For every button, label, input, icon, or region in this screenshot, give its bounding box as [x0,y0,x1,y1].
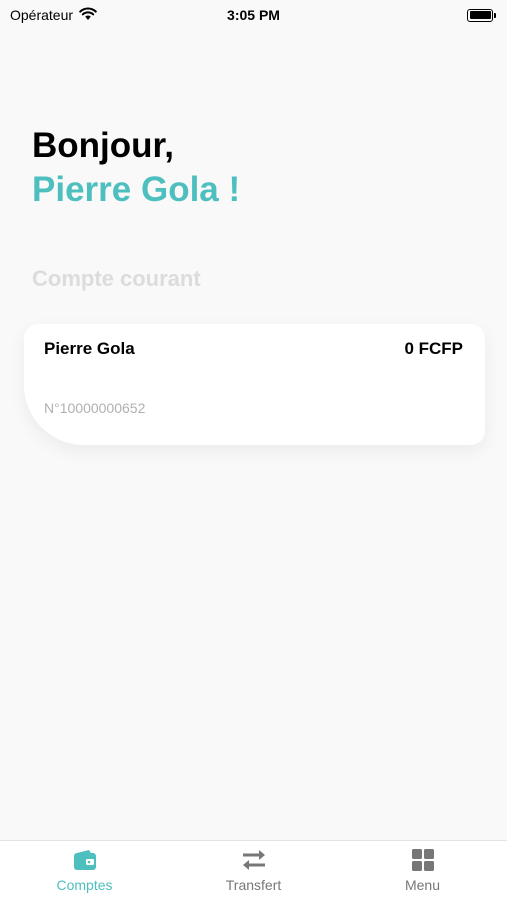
section-title: Compte courant [32,266,201,291]
battery-icon [467,8,496,22]
accounts-screen: Opérateur 3:05 PM Bonjour, Pierre Gola !… [0,0,507,900]
wallet-icon [72,847,98,873]
tab-transfert[interactable]: Transfert [169,841,338,900]
greeting-user-name: Pierre Gola ! [32,170,241,209]
status-left: Opérateur [10,7,97,24]
account-holder: Pierre Gola [44,339,135,358]
carrier-label: Opérateur [10,7,74,23]
tab-label-menu: Menu [404,877,441,893]
account-balance: 0 FCFP [404,339,463,358]
tab-label-transfert: Transfert [225,877,282,893]
wifi-icon [79,7,97,24]
transfer-arrows-icon [241,847,267,873]
greeting-hello: Bonjour, [32,126,174,165]
tab-label-comptes: Comptes [56,877,113,893]
grid-menu-icon [410,847,436,873]
account-card[interactable]: Pierre Gola 0 FCFP N°10000000652 [24,324,485,445]
status-bar: Opérateur 3:05 PM [0,0,507,30]
greeting: Bonjour, Pierre Gola ! [32,124,240,212]
account-number: N°10000000652 [44,400,146,416]
tab-comptes[interactable]: Comptes [0,841,169,900]
tab-bar: Comptes Transfert Menu [0,840,507,900]
battery-level [469,11,491,19]
tab-menu[interactable]: Menu [338,841,507,900]
